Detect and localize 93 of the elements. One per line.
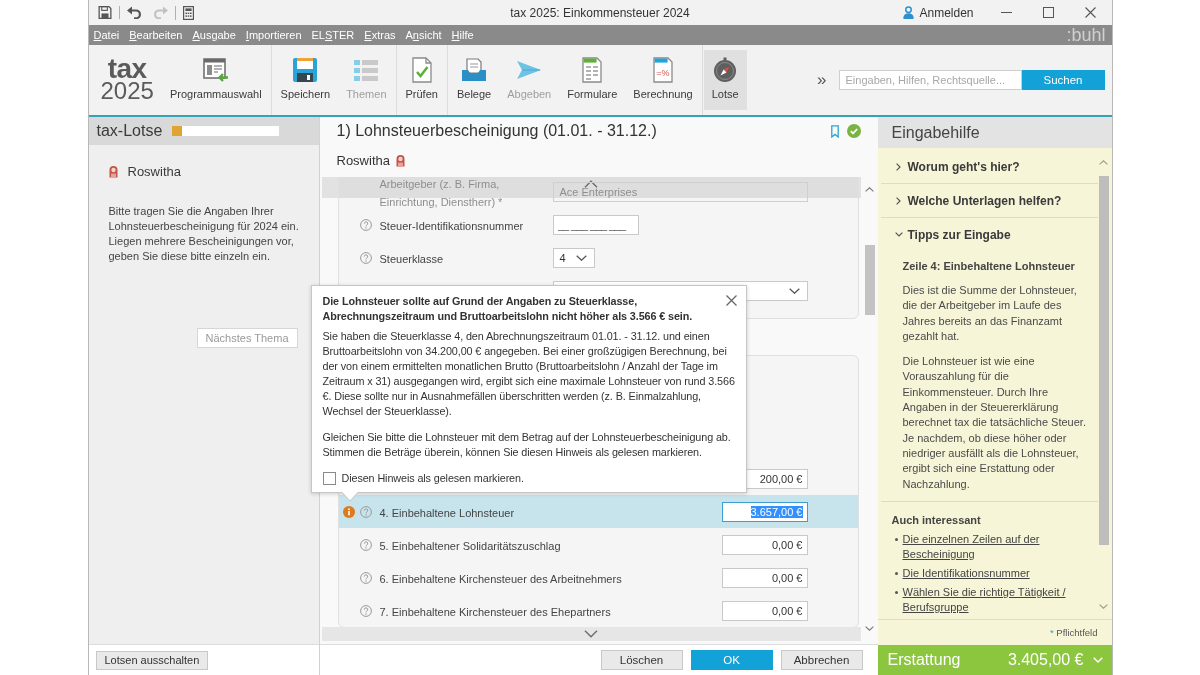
- window-arrow-icon: [202, 57, 229, 83]
- result-amount: 3.405,00 €: [1007, 651, 1084, 669]
- accordion-header[interactable]: Tipps zur Eingabe: [880, 218, 1098, 251]
- tip-heading: Zeile 4: Einbehaltene Lohnsteuer: [902, 259, 1076, 274]
- sign-in-button[interactable]: Anmelden: [899, 5, 978, 20]
- scroll-down-icon[interactable]: [1099, 604, 1108, 609]
- dropdown[interactable]: 4: [552, 247, 595, 268]
- brand-logo: :buhl: [1066, 25, 1107, 45]
- checkbox-label[interactable]: Diesen Hinweis als gelesen markieren.: [341, 471, 524, 486]
- panel-title: tax-Lotse: [96, 122, 163, 140]
- help-icon[interactable]: [359, 505, 372, 518]
- field-label: 4. Einbehaltene Lohnsteuer: [379, 506, 515, 519]
- toolbar-button[interactable]: Prüfen: [397, 50, 446, 110]
- input-field[interactable]: __ ___ ___ ___: [552, 214, 639, 235]
- person-icon: [903, 6, 915, 19]
- document-tray-icon: [461, 57, 488, 83]
- search-field[interactable]: Eingaben, Hilfen, Rechtsquelle...: [838, 70, 1022, 90]
- scroll-up-bar[interactable]: [321, 177, 861, 198]
- result-label: Erstattung: [887, 651, 961, 669]
- help-icon[interactable]: [359, 571, 372, 584]
- scroll-up-icon[interactable]: [865, 187, 874, 192]
- chevron-down-icon: [894, 232, 903, 237]
- amount-field[interactable]: 0,00 €: [721, 534, 808, 555]
- chevron-down-icon: [788, 287, 800, 294]
- help-icon[interactable]: [359, 218, 372, 231]
- help-icon[interactable]: [359, 604, 372, 617]
- guide-off-button[interactable]: Lotsen ausschalten: [95, 650, 209, 670]
- chevron-down-icon: [1092, 657, 1103, 663]
- bookmark-icon[interactable]: [830, 124, 839, 138]
- toolbar-button[interactable]: Programmauswahl: [161, 50, 270, 110]
- window-title: tax 2025: Einkommensteuer 2024: [510, 5, 690, 20]
- help-icon[interactable]: [359, 538, 372, 551]
- chevron-down-icon: [584, 630, 598, 638]
- tip-text: Die Lohnsteuer ist wie eine Vorauszahlung für die Einkommensteuer. Durch Ihre Angaben in der Steuererklärung berechnet tax die tatsächliche Steuer. Je nachdem, ob diese höher oder niedriger ausfällt als die Lohnsteuer, ergibt sich eine Erstattung oder Nachzahlung.: [902, 354, 1087, 492]
- hint-text: Sie haben die Steuerklasse 4, den Abrechnungszeitraum 01.01. - 31.12. und einen Bruttoarbeitslohn von 34.200,00 € angegeben. Bei einer großzügigen Berechnung, bei der von einem ermittelten monatlichen Brutto (Bruttoarbeitslohn / Anzahl der Tage im Zeitraum x 31) ausgegangen wird, ergibt sich eine maximale Lohnsteuer von rund 3.566 €. Diese sollte nur in Ausnahmefällen überschritten werden (z. B. Einmalzahlung, Wechsel der Steuerklasse).: [322, 329, 736, 419]
- maximize-icon[interactable]: [1043, 7, 1054, 18]
- checkbox[interactable]: [322, 472, 336, 485]
- related-heading: Auch interessant: [891, 512, 982, 528]
- toolbar-button[interactable]: Lotse: [703, 50, 747, 110]
- compass-icon: [712, 57, 739, 83]
- bullet-icon: [894, 571, 898, 575]
- help-link[interactable]: Die Identifikationsnummer: [902, 565, 1030, 581]
- field-label: Steuerklasse: [379, 252, 444, 265]
- calculator-icon[interactable]: [182, 5, 194, 20]
- accordion-header[interactable]: Worum geht's hier?: [880, 150, 1098, 183]
- person-icon: [395, 153, 405, 167]
- instruction-text: Bitte tragen Sie die Angaben Ihrer Lohnsteuerbescheinigung für 2024 ein. Liegen mehrere Bescheinigungen vor, geben Sie diese bitte einzeln ein.: [108, 204, 300, 264]
- info-icon[interactable]: [342, 505, 355, 518]
- toolbar-button[interactable]: =% Berechnung: [625, 50, 701, 110]
- toolbar-button[interactable]: Belege: [448, 50, 500, 110]
- panel-title: Eingabehilfe: [891, 123, 980, 142]
- chevron-up-icon: [584, 180, 598, 188]
- hint-title: Die Lohnsteuer sollte auf Grund der Angaben zu Steuerklasse, Abrechnungszeitraum und Bruttoarbeitslohn nicht höher als 3.566 € sein.: [322, 294, 694, 324]
- logo-wordmark: tax: [107, 58, 147, 80]
- scrollbar-thumb[interactable]: [1098, 176, 1109, 545]
- check-circle-icon: [846, 124, 861, 138]
- expand-button[interactable]: »: [817, 70, 827, 90]
- chevron-down-icon: [575, 254, 587, 261]
- field-label: 6. Einbehaltene Kirchensteuer des Arbeitnehmers: [379, 572, 622, 585]
- close-icon[interactable]: [1085, 7, 1096, 18]
- required-note: * Pflichtfeld: [1049, 627, 1098, 638]
- scroll-up-icon[interactable]: [1099, 160, 1108, 165]
- help-icon[interactable]: [359, 251, 372, 264]
- tip-text: Dies ist die Summe der Lohnsteuer, die der Arbeitgeber im Laufe des Jahres bereits an das Finanzamt gezahlt hat.: [902, 283, 1078, 344]
- amount-field[interactable]: 0,00 €: [721, 600, 808, 621]
- percent-document-icon: =%: [650, 57, 676, 83]
- scrollbar-thumb[interactable]: [864, 245, 875, 315]
- dialog-button[interactable]: Löschen: [600, 650, 683, 670]
- list-icon: [353, 57, 380, 83]
- toolbar-button[interactable]: Formulare: [559, 50, 626, 110]
- field-label: 5. Einbehaltener Solidaritätszuschlag: [379, 539, 561, 552]
- hint-text: Gleichen Sie bitte die Lohnsteuer mit dem Betrag auf der Lohnsteuerbescheinigung ab. Stimmen die Beträge überein, können Sie diesen Hinweis als gelesen markieren.: [322, 430, 732, 460]
- close-icon[interactable]: [725, 295, 737, 306]
- logo-year: 2025: [100, 80, 154, 102]
- help-link[interactable]: Wählen Sie die richtige Tätigkeit / Berufsgruppe: [902, 584, 1088, 615]
- toolbar-button[interactable]: Speichern: [272, 50, 339, 110]
- field-label: Steuer-Identifikationsnummer: [379, 219, 524, 232]
- accordion-header[interactable]: Welche Unterlagen helfen?: [880, 184, 1098, 217]
- help-link[interactable]: Die einzelnen Zeilen auf der Bescheinigung: [902, 531, 1088, 562]
- scroll-down-icon[interactable]: [865, 626, 874, 631]
- dialog-button[interactable]: Abbrechen: [780, 650, 863, 670]
- bullet-icon: [894, 590, 898, 594]
- chevron-right-icon: [895, 196, 901, 205]
- person-name: Roswitha: [336, 152, 390, 168]
- person-name: Roswitha: [127, 163, 181, 179]
- bullet-icon: [894, 537, 898, 541]
- person-icon: [108, 164, 118, 178]
- field-label: 7. Einbehaltene Kirchensteuer des Ehepartners: [379, 605, 611, 618]
- chevron-right-icon: [895, 162, 901, 171]
- form-title: 1) Lohnsteuerbescheinigung (01.01. - 31.12.): [336, 122, 658, 140]
- field-label: Arbeitgeber (z. B. Firma, Einrichtung, Dienstherr) *: [379, 177, 503, 208]
- undo-icon[interactable]: [126, 6, 141, 19]
- amount-field[interactable]: 0,00 €: [721, 567, 808, 588]
